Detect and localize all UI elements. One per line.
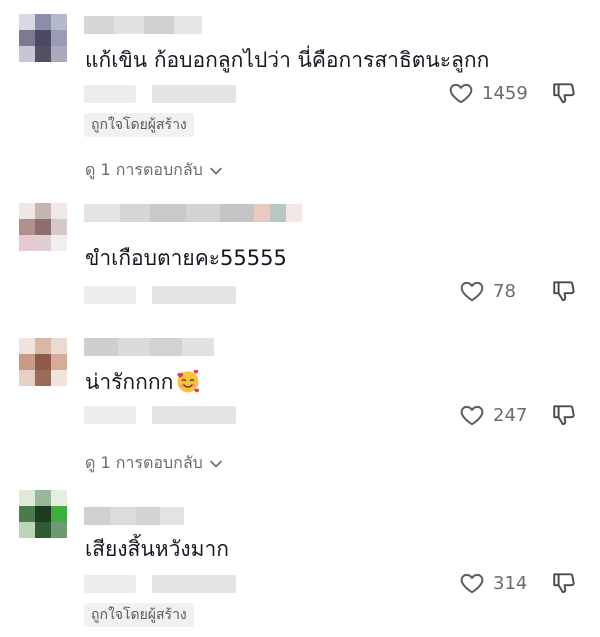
like-count: 247 — [493, 404, 528, 426]
like-button[interactable]: 247 — [459, 401, 527, 429]
comment-meta-blurred — [84, 84, 236, 104]
comment-meta-blurred — [84, 285, 236, 305]
like-count: 314 — [493, 572, 528, 594]
heart-outline-icon — [460, 281, 484, 302]
view-replies-button[interactable]: ดู 1 การตอบกลับ — [85, 451, 224, 476]
view-replies-button[interactable]: ดู 1 การตอบกลับ — [85, 158, 224, 183]
heart-outline-icon — [460, 573, 484, 594]
thumbs-down-outline-icon[interactable] — [551, 402, 577, 428]
avatar[interactable] — [19, 203, 67, 251]
heart-outline-icon — [449, 83, 473, 104]
avatar[interactable] — [19, 490, 67, 538]
view-replies-label: ดู 1 การตอบกลับ — [85, 453, 203, 472]
chevron-down-icon — [210, 460, 222, 467]
thumbs-down-outline-icon[interactable] — [551, 278, 577, 304]
like-button[interactable]: 78 — [459, 277, 516, 305]
username-blurred[interactable] — [84, 204, 302, 222]
chevron-down-icon — [210, 167, 222, 174]
avatar[interactable] — [19, 14, 67, 62]
comment-text: เสียงสิ้นหวังมาก — [85, 537, 229, 561]
smiling-face-with-hearts-icon — [177, 369, 200, 393]
comment-text-label: น่ารักกกก — [85, 370, 174, 394]
like-count: 1459 — [482, 82, 528, 104]
thumbs-down-outline-icon[interactable] — [551, 570, 577, 596]
avatar[interactable] — [19, 338, 67, 386]
username-blurred[interactable] — [84, 338, 214, 356]
like-button[interactable]: 1459 — [448, 79, 528, 107]
username-blurred[interactable] — [84, 507, 184, 525]
heart-outline-icon — [460, 405, 484, 426]
view-replies-label: ดู 1 การตอบกลับ — [85, 160, 203, 179]
comment-text: น่ารักกกก — [85, 368, 201, 396]
creator-liked-badge: ถูกใจโดยผู้สร้าง — [84, 113, 194, 137]
username-blurred[interactable] — [84, 16, 202, 34]
like-count: 78 — [493, 280, 516, 302]
comment-meta-blurred — [84, 574, 236, 594]
thumbs-down-outline-icon[interactable] — [551, 80, 577, 106]
comment-text: แก้เขิน ก้อบอกลูกไปว่า นี่คือการสาธิตนะล… — [85, 48, 490, 72]
comment-meta-blurred — [84, 405, 236, 425]
like-button[interactable]: 314 — [459, 569, 527, 597]
comment-text: ขำเกือบตายคะ55555 — [85, 246, 287, 270]
creator-liked-badge: ถูกใจโดยผู้สร้าง — [84, 603, 194, 627]
